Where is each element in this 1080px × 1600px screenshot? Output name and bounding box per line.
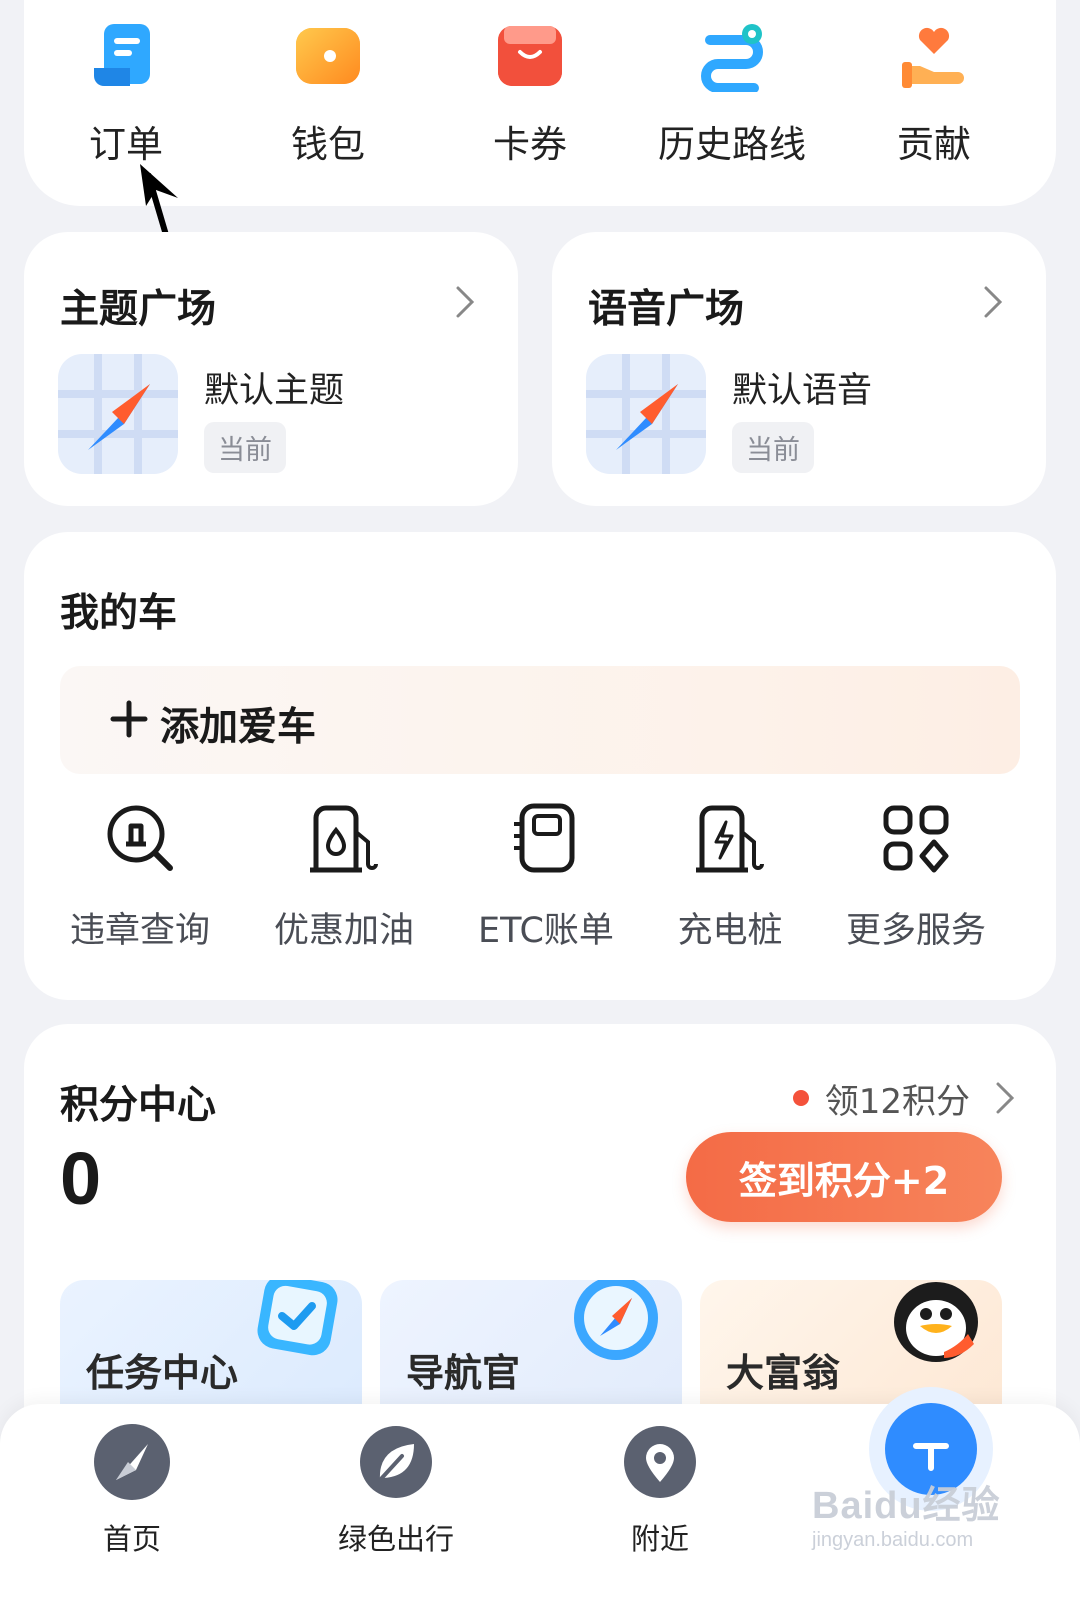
current-tag: 当前 [732,422,814,473]
watermark-brand: Baidu经验 [812,1485,1001,1527]
service-label: 充电桩 [677,911,783,951]
claim-points-label: 领12积分 [824,1081,970,1122]
task-check-icon [257,1280,338,1356]
nav-label: 附近 [630,1522,689,1556]
service-label: 违章查询 [69,911,210,951]
voice-square-card[interactable]: 语音广场 默认语音 当前 [552,232,1046,506]
nav-home[interactable]: 首页 [52,1422,212,1558]
tile-label: 任务中心 [86,1351,239,1395]
shortcut-card: 订单 钱包 卡券 历史路线 贡献 [24,0,1056,206]
shortcut-coupons[interactable]: 卡券 [450,20,610,168]
etc-card-icon [514,803,575,873]
points-value: 0 [60,1137,102,1220]
nav-label: 首页 [102,1522,161,1556]
my-car-card: 我的车 添加爱车 违章查询 优惠加油 ETC账单 充电桩 更多服务 [24,532,1056,1000]
more-services-icon [883,805,949,873]
checkin-button[interactable]: 签到积分+2 [686,1132,1002,1222]
penguin-icon [894,1282,978,1362]
theme-card-title: 主题广场 [60,287,217,332]
bottom-navigation-bar: 首页 绿色出行 附近 Baidu经验 jingyan.baidu.com [0,1387,1080,1600]
red-dot-badge [792,1090,809,1106]
fuel-pump-icon [310,805,378,873]
shortcut-contribute[interactable]: 贡献 [854,20,1014,168]
order-scroll-icon [94,24,150,86]
service-more[interactable]: 更多服务 [816,802,1016,953]
violation-search-icon [107,805,173,871]
shortcut-history-route[interactable]: 历史路线 [652,20,812,168]
plus-icon [110,700,148,738]
home-compass-icon [94,1424,170,1500]
shortcut-label: 订单 [89,123,163,166]
voice-name: 默认语音 [732,371,873,411]
shortcut-label: 卡券 [493,123,567,166]
chevron-right-icon [456,286,475,318]
shortcut-wallet[interactable]: 钱包 [248,20,408,168]
points-center-title: 积分中心 [60,1083,217,1128]
service-fuel-discount[interactable]: 优惠加油 [244,802,444,953]
wallet-icon [296,28,360,84]
default-voice-thumbnail [586,354,706,474]
route-icon [701,24,763,92]
service-etc-bill[interactable]: ETC账单 [446,802,646,953]
shortcut-label: 历史路线 [658,123,806,166]
service-label: 更多服务 [845,911,986,951]
tile-label: 导航官 [406,1351,521,1395]
service-label: ETC账单 [478,911,614,951]
baidu-jingyan-watermark: Baidu经验 jingyan.baidu.com [812,1474,1001,1552]
coupon-icon [498,26,562,86]
shortcut-orders[interactable]: 订单 [46,20,206,168]
nav-green-travel[interactable]: 绿色出行 [316,1422,476,1558]
shortcut-label: 钱包 [291,123,365,166]
tile-label: 大富翁 [726,1351,841,1395]
nav-label: 绿色出行 [337,1522,454,1556]
charging-pile-icon [696,805,764,873]
theme-name: 默认主题 [204,371,345,411]
leaf-icon [360,1426,432,1498]
service-charging-pile[interactable]: 充电桩 [630,802,830,953]
chevron-right-icon [996,1082,1015,1114]
current-tag: 当前 [204,422,286,473]
add-car-button[interactable]: 添加爱车 [60,666,1020,774]
add-car-label: 添加爱车 [160,705,317,750]
default-theme-thumbnail [58,354,178,474]
theme-square-card[interactable]: 主题广场 默认主题 当前 [24,232,518,506]
voice-card-title: 语音广场 [588,287,745,332]
my-car-title: 我的车 [60,591,178,636]
shortcut-label: 贡献 [897,123,971,166]
service-label: 优惠加油 [273,911,414,951]
claim-points-link[interactable]: 领12积分 [792,1076,1016,1122]
contribute-heart-hand-icon [902,27,964,88]
chevron-right-icon [984,286,1003,318]
watermark-url: jingyan.baidu.com [812,1529,974,1551]
service-violation-query[interactable]: 违章查询 [40,802,240,953]
compass-icon [574,1280,658,1360]
location-pin-icon [624,1426,696,1498]
nav-nearby[interactable]: 附近 [580,1422,740,1558]
